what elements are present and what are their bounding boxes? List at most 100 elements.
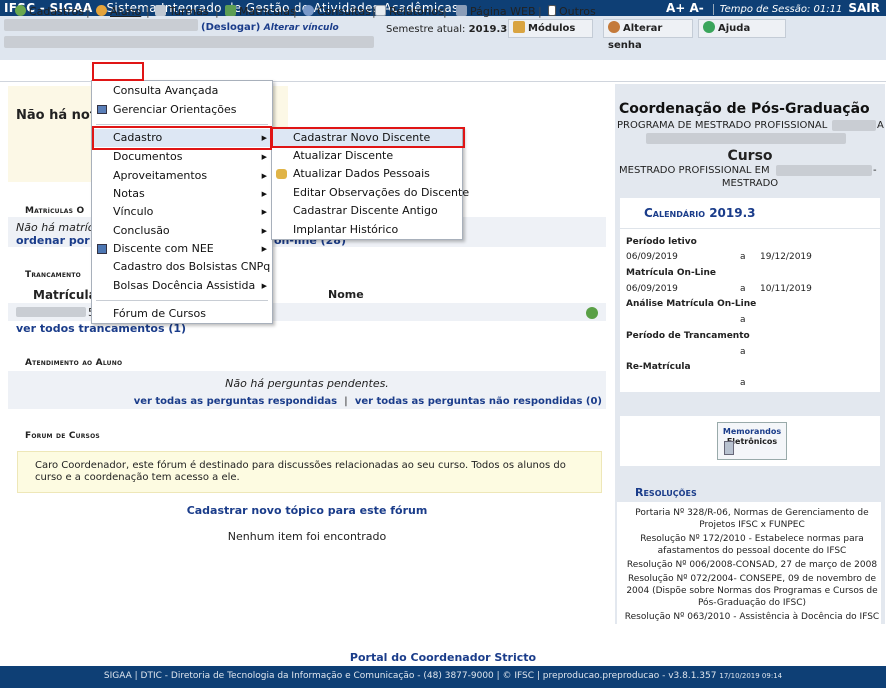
menu-separator: | — [293, 5, 297, 18]
resolucoes-box: Portaria Nº 328/R-06, Normas de Gerencia… — [617, 502, 881, 626]
resolucao-link[interactable]: Resolução Nº 063/2010 - Assistência à Do… — [621, 611, 883, 623]
alterar-senha-button[interactable]: Alterar senha — [603, 19, 693, 51]
novo-topico-link[interactable]: Cadastrar novo tópico para este fórum — [8, 504, 606, 517]
analise-a: a — [740, 315, 746, 325]
periodo-letivo-start: 06/09/2019 — [626, 252, 678, 262]
deslogar-link[interactable]: (Deslogar) Alterar vínculo — [201, 22, 339, 33]
highlight-box-cadastro — [92, 126, 272, 150]
matricula-online-a: a — [740, 284, 746, 294]
menu-aluno[interactable]: Aluno — [96, 5, 141, 18]
menu-separator: | — [215, 5, 219, 18]
submenu-arrow-icon: ▶ — [261, 227, 267, 235]
periodo-trancamento-label: Período de Trancamento — [626, 331, 750, 341]
resolucao-link[interactable]: Portaria Nº 328/R-06, Normas de Gerencia… — [621, 507, 883, 531]
building-icon — [155, 5, 166, 16]
logout-link[interactable]: SAIR — [848, 1, 880, 15]
menu-item-cadastrar-discente-antigo[interactable]: Cadastrar Discente Antigo — [272, 202, 462, 220]
menu-item-notas[interactable]: Notas ▶ — [92, 185, 272, 203]
help-icon — [703, 21, 715, 33]
submenu-arrow-icon: ▶ — [261, 245, 267, 253]
submenu-arrow-icon: ▶ — [261, 153, 267, 161]
menu-separator: | — [146, 5, 150, 18]
edit-icon — [276, 169, 287, 179]
menu-item-vinculo[interactable]: Vínculo ▶ — [92, 203, 272, 221]
highlight-box-cadastrar-novo-discente — [271, 127, 465, 148]
submenu-arrow-icon: ▶ — [261, 282, 267, 290]
ver-respondidas-link[interactable]: ver todas as perguntas respondidas — [134, 396, 337, 407]
resolucao-link[interactable]: Resolução Nº 172/2010 - Estabelece norma… — [621, 533, 883, 557]
no-questions-text: Não há perguntas pendentes. — [225, 377, 389, 390]
programa-text: PROGRAMA DE MESTRADO PROFISSIONAL — [617, 120, 828, 131]
add-circle-icon[interactable] — [586, 307, 598, 319]
ver-nao-respondidas-link[interactable]: ver todas as perguntas não respondidas (… — [355, 396, 602, 407]
menu-item-gerenciar-orientacoes[interactable]: Gerenciar Orientações — [92, 101, 272, 119]
menu-item-atualizar-dados-pessoais[interactable]: Atualizar Dados Pessoais — [272, 165, 462, 183]
menu-outros[interactable]: Outros — [548, 5, 596, 18]
periodo-letivo-a: a — [740, 252, 746, 262]
redacted-matricula — [16, 307, 86, 317]
menu-matriculas[interactable]: Matrículas — [225, 5, 296, 18]
font-size-controls[interactable]: A+ A- — [666, 1, 704, 15]
semestre-atual: Semestre atual: 2019.3 — [386, 24, 508, 35]
menu-item-aproveitamentos[interactable]: Aproveitamentos ▶ — [92, 167, 272, 185]
menu-item-bolsas-docencia[interactable]: Bolsas Docência Assistida ▶ — [92, 277, 272, 295]
redacted-programa-line2 — [646, 133, 846, 144]
menu-item-consulta-avancada[interactable]: Consulta Avançada — [92, 82, 272, 100]
menu-item-atualizar-discente[interactable]: Atualizar Discente — [272, 147, 462, 165]
footer-timestamp: 17/10/2019 09:14 — [719, 672, 783, 680]
aluno-dropdown-menu: Consulta Avançada Gerenciar Orientações … — [91, 80, 273, 324]
matricula-online-end: 10/11/2019 — [760, 284, 812, 294]
submenu-arrow-icon: ▶ — [261, 208, 267, 216]
document-icon — [375, 5, 386, 16]
nenhum-item-text: Nenhum item foi encontrado — [227, 530, 387, 543]
resolucao-link[interactable]: Resolução Nº 072/2004- CONSEPE, 09 de no… — [621, 573, 883, 609]
redacted-curso — [776, 165, 872, 176]
calendario-box: Calendário 2019.3 Período letivo 06/09/2… — [620, 198, 880, 392]
menu-item-bolsistas-cnpq[interactable]: Cadastro dos Bolsistas CNPq — [92, 258, 272, 276]
menu-cadastros[interactable]: Cadastros — [15, 5, 84, 18]
resolucao-link[interactable]: Resolução Nº 006/2008-CONSAD, 27 de març… — [621, 559, 883, 571]
web-page-icon — [456, 5, 467, 16]
menu-divider — [96, 300, 268, 301]
memorandos-button[interactable]: Memorandos Eletrônicos — [717, 422, 787, 460]
questions-links: ver todas as perguntas respondidas | ver… — [133, 396, 602, 407]
redacted-unit-name — [4, 36, 374, 48]
menu-relatorios[interactable]: Relatórios — [375, 5, 444, 18]
menu-item-conclusao[interactable]: Conclusão ▶ — [92, 222, 272, 240]
matricula-online-label: Matrícula On-Line — [626, 268, 717, 278]
atendimento-section-title: Atendimento ao Aluno — [25, 358, 123, 368]
forum-section-title: Forum de Cursos — [25, 431, 100, 441]
menu-consultas[interactable]: Consultas — [303, 5, 371, 18]
divider — [620, 228, 880, 229]
menu-turmas[interactable]: Turmas — [155, 5, 209, 18]
menu-item-discente-nee[interactable]: Discente com NEE ▶ — [92, 240, 272, 258]
search-icon — [303, 5, 314, 16]
menu-item-forum-cursos[interactable]: Fórum de Cursos — [92, 305, 272, 323]
periodo-letivo-label: Período letivo — [626, 237, 697, 247]
matriculas-section-title: Matrículas O — [25, 206, 85, 216]
redacted-user-name — [4, 19, 198, 31]
rematricula-label: Re-Matrícula — [626, 362, 691, 372]
ordenar-link[interactable]: ordenar por — [16, 234, 90, 247]
box-icon — [513, 21, 525, 33]
menu-item-editar-observacoes[interactable]: Editar Observações do Discente — [272, 184, 469, 202]
redacted-programa — [832, 120, 876, 131]
menu-item-implantar-historico[interactable]: Implantar Histórico — [272, 221, 462, 239]
alterar-vinculo-link[interactable]: Alterar vínculo — [264, 23, 339, 33]
portal-link[interactable]: Portal do Coordenador Stricto — [0, 651, 886, 664]
trancamento-a: a — [740, 347, 746, 357]
enroll-icon — [225, 5, 236, 16]
modulos-button[interactable]: Módulos — [508, 19, 593, 38]
calendario-title: Calendário 2019.3 — [644, 206, 756, 220]
coord-title: Coordenação de Pós-Graduação — [619, 101, 870, 117]
menu-item-documentos[interactable]: Documentos ▶ — [92, 148, 272, 166]
forum-info-box: Caro Coordenador, este fórum é destinado… — [17, 451, 602, 493]
menu-pagina-web[interactable]: Página WEB — [456, 5, 536, 18]
footer: SIGAA | DTIC - Diretoria de Tecnologia d… — [0, 666, 886, 688]
curso-title: Curso — [727, 148, 773, 164]
ajuda-button[interactable]: Ajuda — [698, 19, 786, 38]
highlight-box-aluno — [92, 62, 144, 81]
col-matricula: Matrícula — [33, 288, 97, 302]
curso-line2: MESTRADO — [721, 178, 779, 189]
student-icon — [96, 5, 107, 16]
